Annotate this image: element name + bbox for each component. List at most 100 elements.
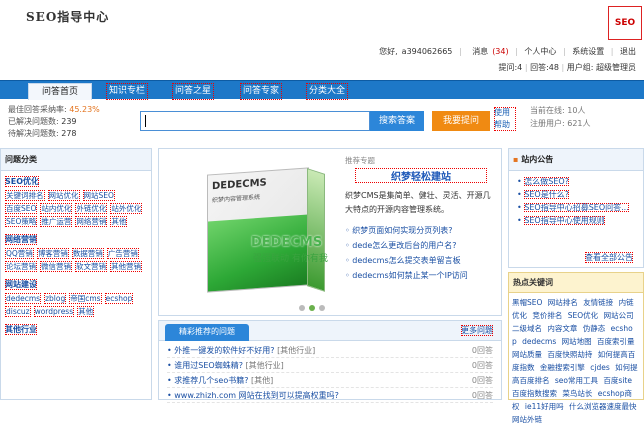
logout-link[interactable]: 退出 bbox=[620, 47, 636, 56]
category-link[interactable]: ecshop bbox=[104, 293, 134, 304]
keyword-link[interactable]: dedecms bbox=[522, 337, 556, 346]
keyword-link[interactable]: 二级域名 bbox=[512, 324, 542, 333]
system-settings-link[interactable]: 系统设置 bbox=[572, 47, 604, 56]
keyword-link[interactable]: 内容文章 bbox=[547, 324, 577, 333]
keyword-link[interactable]: seo常用工具 bbox=[555, 376, 598, 385]
featured-title[interactable]: 织梦轻松建站 bbox=[355, 168, 487, 183]
keyword-link[interactable]: 网站地图 bbox=[562, 337, 592, 346]
category-link[interactable]: 帝国cms bbox=[69, 293, 102, 304]
solved-count: 239 bbox=[61, 117, 77, 126]
software-box-front: DEDECMS 织梦内容管理系统 bbox=[207, 167, 309, 293]
search-input[interactable] bbox=[140, 111, 370, 131]
slider-dot[interactable] bbox=[299, 305, 305, 311]
keyword-link[interactable]: 菜鸟站长 bbox=[562, 389, 592, 398]
featured-link[interactable]: ◦ 织梦页面如何实现分页列表? bbox=[345, 223, 497, 238]
hot-keywords-title: 热点关键词 bbox=[509, 273, 643, 293]
category-link[interactable]: 博客营销 bbox=[36, 248, 69, 259]
notice-item[interactable]: • SEO指导中心使用规则 bbox=[517, 214, 635, 227]
keyword-link[interactable]: 竞价排名 bbox=[532, 311, 562, 320]
top-header: SEO指导中心 SEO 您好, a394062665 | 消息 (34) | 个人中… bbox=[0, 0, 644, 78]
tab-recommended[interactable]: 精彩推荐的问题 bbox=[165, 324, 249, 341]
category-link[interactable]: QQ营销 bbox=[5, 248, 34, 259]
featured-link[interactable]: ◦ dedecms怎么提交表单留言板 bbox=[345, 253, 497, 268]
tab-knowledge[interactable]: 知识专栏 bbox=[106, 83, 149, 100]
question-link[interactable]: • 谁用过SEO蜘蛛精? [其他行业] bbox=[167, 360, 284, 371]
category-link[interactable]: SEO策略 bbox=[5, 216, 38, 227]
category-link[interactable]: 其他 bbox=[77, 306, 95, 317]
category-link[interactable]: 网站优化 bbox=[47, 190, 80, 201]
question-count[interactable]: 提问:4 bbox=[498, 63, 522, 72]
category-link[interactable]: 广告营销 bbox=[106, 248, 139, 259]
brand-badge[interactable]: SEO bbox=[608, 6, 642, 40]
featured-link[interactable]: ◦ dedecms如何禁止某一个IP访问 bbox=[345, 268, 497, 283]
category-link[interactable]: 微信营销 bbox=[40, 261, 72, 272]
keyword-link[interactable]: 伪静态 bbox=[583, 324, 606, 333]
ask-question-button[interactable]: 我要提问 bbox=[432, 111, 490, 131]
slider-dot-active[interactable] bbox=[309, 305, 315, 311]
category-link[interactable]: wordpress bbox=[33, 306, 75, 317]
keyword-link[interactable]: 网站外链 bbox=[512, 415, 542, 424]
category-link[interactable]: 外链优化 bbox=[75, 203, 108, 214]
keyword-link[interactable]: 金融搜索引擎 bbox=[540, 363, 585, 372]
tab-categories[interactable]: 分类大全 bbox=[306, 83, 349, 100]
category-link[interactable]: 数据营销 bbox=[71, 248, 104, 259]
category-link[interactable]: dedecms bbox=[5, 293, 42, 304]
category-link[interactable]: 站外优化 bbox=[110, 203, 143, 214]
keyword-link[interactable]: 百度site bbox=[603, 376, 632, 385]
category-link[interactable]: 站内优化 bbox=[40, 203, 73, 214]
featured-link[interactable]: ◦ dede怎么更改后台的用户名? bbox=[345, 238, 497, 253]
category-link[interactable]: 其他 bbox=[110, 216, 128, 227]
category-link[interactable]: 网站SEO bbox=[82, 190, 115, 201]
category-link[interactable]: 软文营销 bbox=[75, 261, 107, 272]
category-link[interactable]: 网络营销 bbox=[75, 216, 108, 227]
notice-item[interactable]: • SEO指导中心招募SEO问答... bbox=[517, 201, 635, 214]
category-link[interactable]: 推广运营 bbox=[40, 216, 73, 227]
category-link[interactable]: 百度SEO bbox=[5, 203, 38, 214]
category-link[interactable]: 论坛营销 bbox=[5, 261, 37, 272]
category-heading[interactable]: 网站建设 bbox=[5, 279, 37, 290]
tab-experts[interactable]: 问答专家 bbox=[240, 83, 283, 100]
search-answer-button[interactable]: 搜索答案 bbox=[370, 111, 424, 131]
keyword-link[interactable]: 网站公司 bbox=[604, 311, 634, 320]
tab-home[interactable]: 问答首页 bbox=[28, 83, 92, 100]
product-box-image[interactable]: DEDECMS 织梦内容管理系统 DEDECMS 强强联动 有你有我 bbox=[179, 163, 337, 295]
notice-item[interactable]: • SEO是什么? bbox=[517, 188, 635, 201]
all-notices-link[interactable]: 查看全部公告 bbox=[585, 252, 633, 263]
keyword-link[interactable]: 百度快照劫持 bbox=[547, 350, 592, 359]
keyword-link[interactable]: 网站质量 bbox=[512, 350, 542, 359]
category-heading[interactable]: 其他行业 bbox=[5, 324, 37, 335]
category-group: SEO优化 关键词排名 网站优化 网站SEO 百度SEO 站内优化 外链优化 站… bbox=[1, 171, 151, 229]
category-link[interactable]: discuz bbox=[5, 306, 31, 317]
question-link[interactable]: • www.zhizh.com 网站在找到可以提高权重吗? bbox=[167, 390, 339, 401]
keyword-link[interactable]: 网站排名 bbox=[548, 298, 578, 307]
username-link[interactable]: a394062665 bbox=[402, 47, 453, 56]
answer-count: 0回答 bbox=[471, 390, 493, 400]
category-heading[interactable]: 网络营销 bbox=[5, 234, 37, 245]
category-heading[interactable]: SEO优化 bbox=[5, 176, 40, 187]
keyword-link[interactable]: 百度指数搜索 bbox=[512, 389, 557, 398]
tab-qa-stars[interactable]: 问答之星 bbox=[172, 83, 215, 100]
site-logo[interactable]: SEO指导中心 bbox=[26, 8, 109, 25]
keyword-link[interactable]: 友情链接 bbox=[583, 298, 613, 307]
category-link[interactable]: 关键词排名 bbox=[5, 190, 45, 201]
question-link[interactable]: • 求推荐几个seo书籍? [其他] bbox=[167, 375, 273, 386]
category-link[interactable]: zblog bbox=[44, 293, 67, 304]
answer-count[interactable]: 回答:48 bbox=[530, 63, 559, 72]
category-link[interactable]: 其他营销 bbox=[110, 261, 142, 272]
product-brand-text: DEDECMS bbox=[251, 235, 323, 250]
keyword-link[interactable]: 什么浏览器速度最快 bbox=[569, 402, 637, 411]
keyword-link[interactable]: cjdes bbox=[590, 363, 610, 372]
messages-link[interactable]: 消息 (34) bbox=[468, 47, 508, 56]
keyword-link[interactable]: ie11好用吗 bbox=[525, 402, 564, 411]
notice-item[interactable]: • 怎么做SEO? bbox=[517, 175, 635, 188]
product-slogan: 强强联动 有你有我 bbox=[253, 254, 328, 264]
recommended-questions: 精彩推荐的问题 更多问题 • 外推一键发的软件好不好用? [其他行业] 0回答 … bbox=[158, 320, 502, 403]
personal-center-link[interactable]: 个人中心 bbox=[524, 47, 556, 56]
slider-dot[interactable] bbox=[319, 305, 325, 311]
keyword-link[interactable]: 百度索引量 bbox=[597, 337, 635, 346]
help-link[interactable]: 使用帮助 bbox=[494, 107, 516, 131]
more-questions-link[interactable]: 更多问题 bbox=[461, 325, 493, 336]
question-link[interactable]: • 外推一键发的软件好不好用? [其他行业] bbox=[167, 345, 315, 356]
keyword-link[interactable]: 黑帽SEO bbox=[512, 298, 542, 307]
keyword-link[interactable]: SEO优化 bbox=[568, 311, 598, 320]
